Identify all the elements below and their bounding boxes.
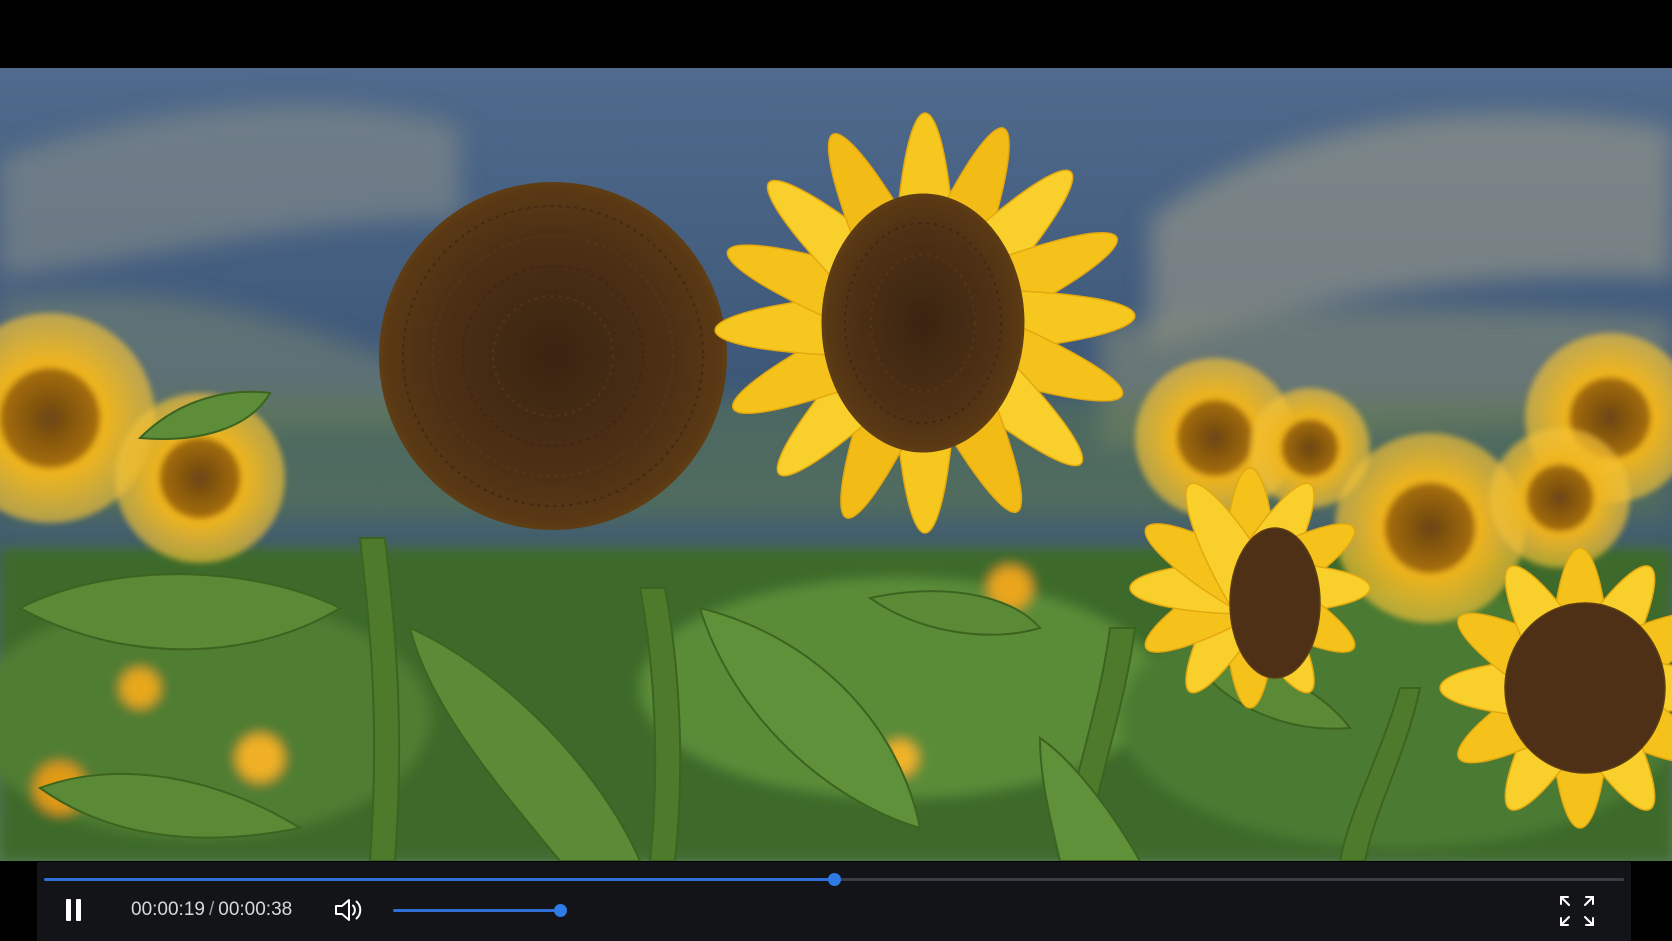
fullscreen-icon [1560,896,1594,926]
current-time: 00:00:19 [131,899,205,920]
main-sunflower [379,182,727,530]
seek-bar-progress [44,878,834,881]
duration: 00:00:38 [218,899,293,920]
time-separator: / [208,899,215,920]
video-frame[interactable] [0,68,1672,861]
volume-slider-level [393,909,560,912]
video-player: 00:00:19/00:00:38 [0,0,1672,941]
volume-slider[interactable] [393,904,567,917]
seek-bar-thumb[interactable] [828,873,841,886]
time-display: 00:00:19/00:00:38 [131,898,292,922]
volume-icon [335,899,362,921]
pause-button[interactable] [57,894,89,926]
volume-button[interactable] [333,895,365,925]
fullscreen-button[interactable] [1558,894,1596,928]
seek-bar[interactable] [44,873,1624,886]
volume-slider-thumb[interactable] [553,904,567,917]
pause-icon [63,899,83,921]
sunflower-field-image [0,68,1672,861]
player-controls: 00:00:19/00:00:38 [37,862,1631,941]
